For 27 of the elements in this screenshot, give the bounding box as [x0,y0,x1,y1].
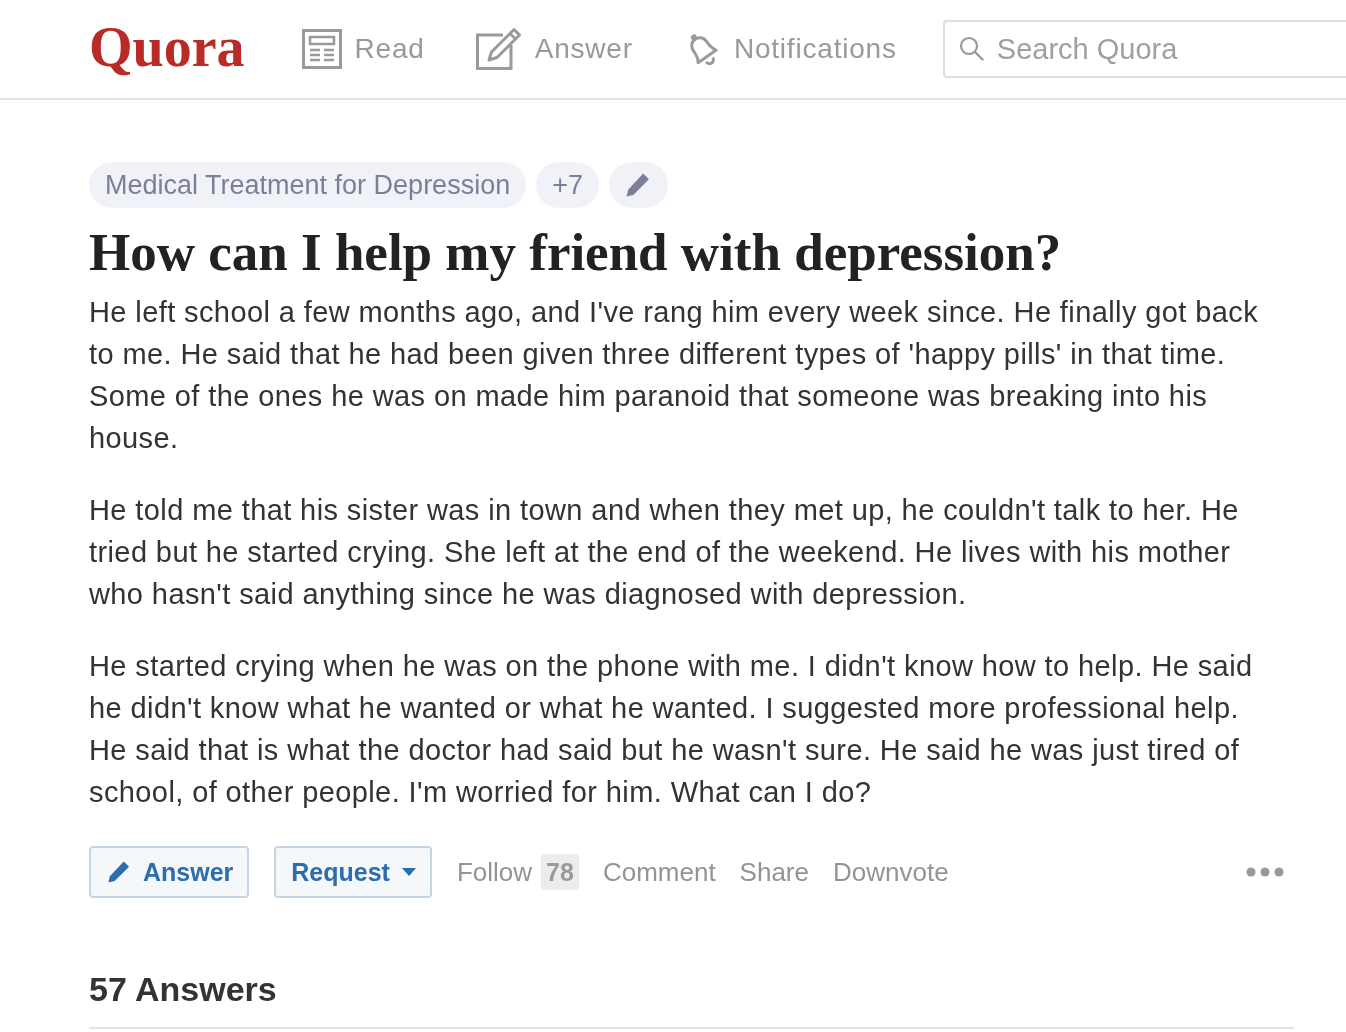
logo[interactable]: Quora [89,19,245,75]
caret-icon [401,868,416,876]
question-paragraph: He left school a few months ago, and I've rang him every week since. He finally got back to me. He said that he had been given three different types of 'happy pills' in that time. Some of the ones he was on made him paranoid that someone was breaking into his house. [89,295,1260,456]
more-options-icon[interactable] [1246,867,1284,877]
follower-count: 78 [541,854,579,890]
more-topics-tag[interactable]: +7 [536,162,599,208]
answers-count-heading: 57 Answers [89,969,278,1009]
nav-link[interactable]: Read [301,29,425,69]
search-field[interactable]: Search Quora [942,20,1346,78]
action-link[interactable]: Share [739,856,809,888]
topic-tag[interactable]: Medical Treatment for Depression [89,162,527,208]
question-paragraph: He told me that his sister was in town and when they met up, he couldn't talk to her. He tried but he started crying. She left at the end of the weekend. He lives with his mother who hasn't said anything since he was diagnosed with depression. [89,493,1240,612]
request-button[interactable]: Request [274,846,432,898]
search-icon [958,36,984,61]
follow-link[interactable]: Follow [456,856,533,888]
question-paragraph: He started crying when he was on the phone with me. I didn't know how to help. He said he didn't know what he wanted or what he wanted. I suggested more professional help. He said that is what the doctor had said but he wasn't sure. He said he was just tired of school, of other people. I'm worried for him. What can I do? [89,649,1254,810]
answer-button[interactable]: Answer [89,846,250,898]
action-link[interactable]: Downvote [833,856,949,888]
nav-link[interactable]: Answer [474,27,633,71]
pencil-icon [625,172,652,198]
action-link[interactable]: Comment [602,856,716,888]
question-title: How can I help my friend with depression? [89,222,1063,282]
edit-topics-button[interactable] [608,162,668,208]
newspaper-icon [301,29,342,69]
pencil-icon [107,860,131,884]
pencil-on-paper-icon [474,27,522,71]
nav-link[interactable]: Notifications [682,28,897,70]
